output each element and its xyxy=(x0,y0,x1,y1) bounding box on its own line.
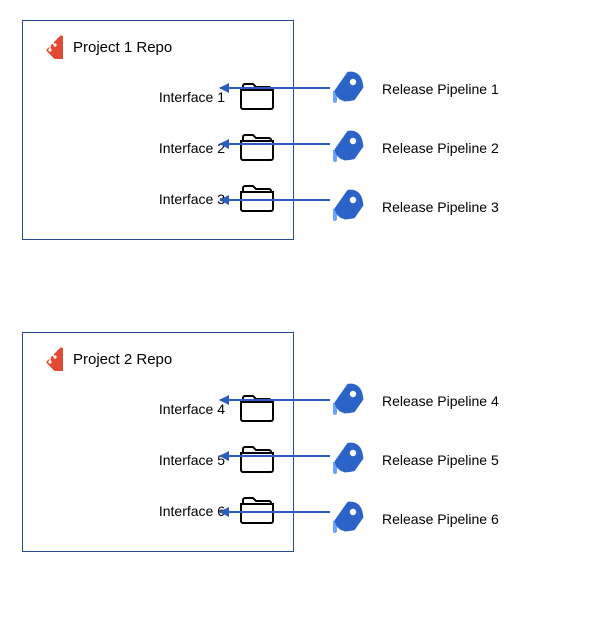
pipeline-row: Release Pipeline 3 xyxy=(330,186,580,227)
rocket-icon xyxy=(330,439,368,480)
repo-title: Project 2 Repo xyxy=(73,351,172,368)
git-icon xyxy=(37,33,63,62)
pipeline-label: Release Pipeline 1 xyxy=(382,81,499,97)
arrow-icon xyxy=(220,399,330,401)
folder-icon xyxy=(239,131,275,164)
repo-header-1: Project 1 Repo xyxy=(37,33,279,62)
arrow-icon xyxy=(220,455,330,457)
interface-label: Interface 4 xyxy=(159,401,225,417)
rocket-icon xyxy=(330,68,368,109)
pipeline-row: Release Pipeline 6 xyxy=(330,498,580,539)
interface-row: Interface 5 xyxy=(37,443,279,476)
repo-header-2: Project 2 Repo xyxy=(37,345,279,374)
pipeline-label: Release Pipeline 2 xyxy=(382,140,499,156)
pipeline-row: Release Pipeline 4 xyxy=(330,380,580,421)
repo-box-1: Project 1 Repo Interface 1 Interface 2 I… xyxy=(22,20,294,240)
rocket-icon xyxy=(330,498,368,539)
rocket-icon xyxy=(330,186,368,227)
repo-box-2: Project 2 Repo Interface 4 Interface 5 I… xyxy=(22,332,294,552)
interface-row: Interface 1 xyxy=(37,80,279,113)
git-icon xyxy=(37,345,63,374)
pipeline-label: Release Pipeline 5 xyxy=(382,452,499,468)
arrow-icon xyxy=(220,511,330,513)
pipeline-label: Release Pipeline 3 xyxy=(382,199,499,215)
interface-label: Interface 2 xyxy=(159,140,225,156)
pipeline-group-1: Release Pipeline 1 Release Pipeline 2 Re… xyxy=(330,68,580,245)
pipeline-label: Release Pipeline 4 xyxy=(382,393,499,409)
folder-icon xyxy=(239,443,275,476)
interface-row: Interface 4 xyxy=(37,392,279,425)
interface-row: Interface 2 xyxy=(37,131,279,164)
arrow-icon xyxy=(220,199,330,201)
folder-icon xyxy=(239,392,275,425)
pipeline-label: Release Pipeline 6 xyxy=(382,511,499,527)
interface-label: Interface 5 xyxy=(159,452,225,468)
arrow-icon xyxy=(220,143,330,145)
pipeline-row: Release Pipeline 1 xyxy=(330,68,580,109)
folder-icon xyxy=(239,80,275,113)
arrow-icon xyxy=(220,87,330,89)
interface-label: Interface 3 xyxy=(159,191,225,207)
interface-label: Interface 6 xyxy=(159,503,225,519)
pipeline-row: Release Pipeline 5 xyxy=(330,439,580,480)
pipeline-row: Release Pipeline 2 xyxy=(330,127,580,168)
pipeline-group-2: Release Pipeline 4 Release Pipeline 5 Re… xyxy=(330,380,580,557)
interface-label: Interface 1 xyxy=(159,89,225,105)
rocket-icon xyxy=(330,380,368,421)
repo-title: Project 1 Repo xyxy=(73,39,172,56)
rocket-icon xyxy=(330,127,368,168)
